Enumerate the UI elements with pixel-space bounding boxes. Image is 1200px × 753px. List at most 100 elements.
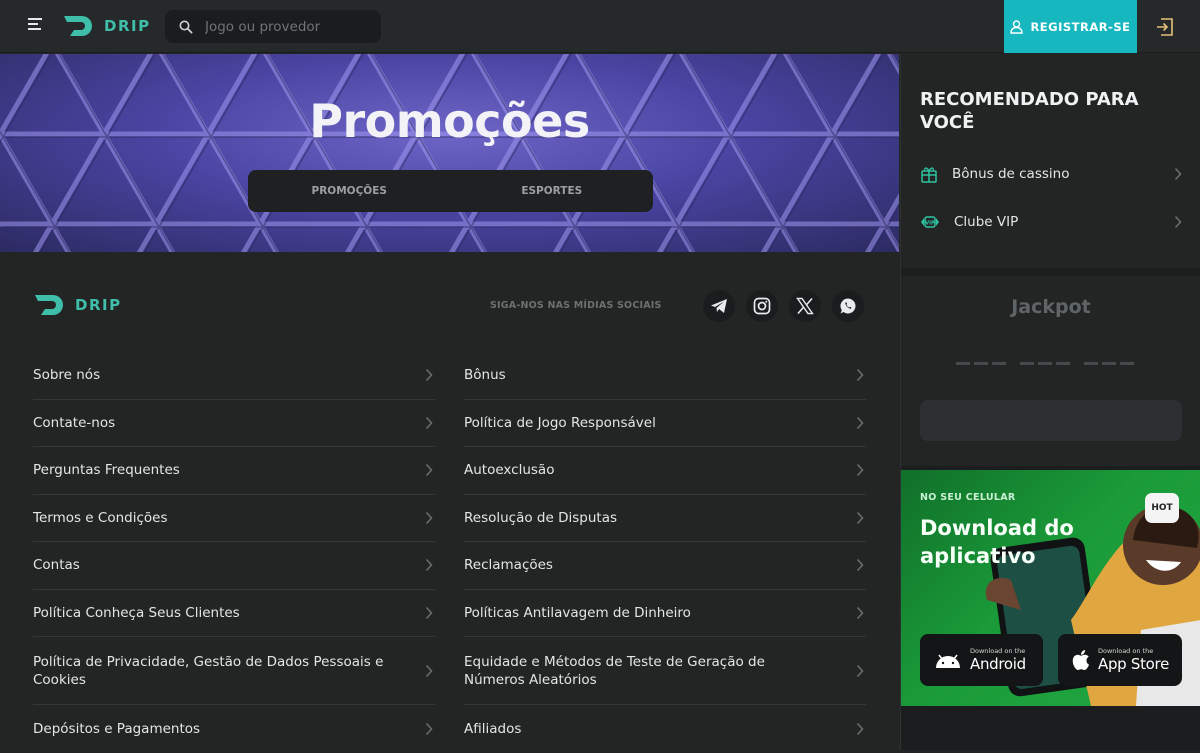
hero-pattern — [0, 54, 899, 252]
android-icon — [936, 654, 960, 668]
jackpot-placeholder — [956, 362, 1134, 365]
footer-link[interactable]: Termos e Condições — [33, 495, 435, 542]
logo-text: DRIP — [104, 17, 151, 35]
footer-link-label: Políticas Antilavagem de Dinheiro — [464, 604, 691, 621]
footer-link-label: Depósitos e Pagamentos — [33, 720, 201, 737]
footer-link[interactable]: Bônus — [464, 352, 866, 400]
telegram-icon[interactable] — [703, 290, 735, 322]
android-download-button[interactable]: Download on the Android — [920, 634, 1043, 686]
footer-link-label: Contate-nos — [33, 414, 116, 431]
chevron-right-icon — [856, 416, 864, 429]
chevron-right-icon — [425, 511, 433, 524]
footer-link[interactable]: Equidade e Métodos de Teste de Geração d… — [464, 637, 866, 705]
login-icon[interactable] — [1152, 14, 1178, 40]
android-big-text: Android — [970, 655, 1026, 673]
social-label: SIGA-NOS NAS MÍDIAS SOCIAIS — [490, 300, 662, 311]
footer-link[interactable]: Reclamações — [464, 542, 866, 590]
footer-link[interactable]: Sobre nós — [33, 352, 435, 400]
search-input[interactable] — [205, 18, 365, 35]
logo[interactable]: DRIP — [62, 13, 151, 39]
footer-logo[interactable]: DRIP — [33, 292, 122, 318]
chevron-right-icon — [856, 559, 864, 572]
chevron-right-icon — [1174, 167, 1182, 181]
footer-link-label: Política de Privacidade, Gestão de Dados… — [33, 653, 384, 688]
chevron-right-icon — [1174, 215, 1182, 229]
footer-link[interactable]: Política de Privacidade, Gestão de Dados… — [33, 637, 435, 705]
footer-links-right: Bônus Política de Jogo Responsável Autoexc… — [464, 352, 866, 753]
app-banner-title: Download do aplicativo — [920, 516, 1074, 568]
chevron-right-icon — [856, 606, 864, 619]
footer-link-label: Resolução de Disputas — [464, 509, 617, 526]
jackpot-panel: Jackpot — [901, 276, 1200, 466]
jackpot-title: Jackpot — [1011, 296, 1091, 318]
footer-link[interactable]: Contas — [33, 542, 435, 590]
footer-link[interactable]: Resolução de Disputas — [464, 495, 866, 542]
footer-link-label: Sobre nós — [33, 367, 101, 384]
footer-link[interactable]: Depósitos e Pagamentos — [33, 705, 435, 753]
recommended-panel: RECOMENDADO PARA VOCÊ Bônus de cassino V… — [901, 54, 1200, 268]
footer-link-label: Equidade e Métodos de Teste de Geração d… — [464, 653, 765, 688]
promotions-hero: Promoções PROMOÇÕES ESPORTES — [0, 54, 899, 252]
recommended-item-label: Bônus de cassino — [952, 166, 1070, 182]
search-icon — [179, 20, 193, 34]
chevron-right-icon — [856, 464, 864, 477]
drip-logo-icon — [35, 295, 63, 315]
jackpot-bar — [920, 400, 1182, 441]
appstore-big-text: App Store — [1098, 655, 1170, 673]
footer-link-label: Reclamações — [464, 557, 553, 574]
footer-link[interactable]: Autoexclusão — [464, 447, 866, 495]
chevron-right-icon — [425, 464, 433, 477]
footer-link[interactable]: Política de Jogo Responsável — [464, 400, 866, 447]
app-banner-label: NO SEU CELULAR — [920, 492, 1016, 503]
register-button[interactable]: REGISTRAR-SE — [1004, 0, 1137, 53]
footer-links-left: Sobre nós Contate-nos Perguntas Frequentes… — [33, 352, 435, 753]
user-icon — [1010, 19, 1024, 34]
hot-badge: HOT — [1145, 493, 1179, 523]
footer-link-label: Contas — [33, 557, 80, 574]
footer-link-label: Perguntas Frequentes — [33, 462, 180, 479]
drip-logo-icon — [64, 16, 92, 36]
footer-link-label: Política de Jogo Responsável — [464, 414, 656, 431]
appstore-small-text: Download on the — [1098, 647, 1154, 655]
promo-tabs: PROMOÇÕES ESPORTES — [248, 170, 653, 212]
x-icon[interactable] — [789, 290, 821, 322]
tab-promotions[interactable]: PROMOÇÕES — [248, 170, 451, 212]
chevron-right-icon — [856, 369, 864, 382]
chevron-right-icon — [856, 722, 864, 735]
main-content: Promoções PROMOÇÕES ESPORTES DRIP SIGA-N… — [0, 54, 899, 750]
right-sidebar: RECOMENDADO PARA VOCÊ Bônus de cassino V… — [900, 54, 1200, 750]
tab-sports[interactable]: ESPORTES — [451, 170, 654, 212]
android-small-text: Download on the — [970, 647, 1026, 655]
recommended-item-casino-bonus[interactable]: Bônus de cassino — [920, 159, 1182, 189]
gift-icon — [921, 167, 937, 183]
top-bar: DRIP REGISTRAR-SE — [0, 0, 1200, 53]
footer-logo-text: DRIP — [75, 296, 122, 314]
footer-link[interactable]: Política Conheça Seus Clientes — [33, 590, 435, 637]
footer-link-label: Autoexclusão — [464, 462, 555, 479]
menu-icon[interactable] — [28, 18, 44, 34]
footer-link-label: Política Conheça Seus Clientes — [33, 604, 240, 621]
chevron-right-icon — [425, 606, 433, 619]
recommended-item-label: Clube VIP — [954, 214, 1019, 230]
chevron-right-icon — [425, 559, 433, 572]
app-download-banner[interactable]: NO SEU CELULAR Download do aplicativo HO… — [901, 470, 1200, 706]
svg-text:VIP: VIP — [925, 221, 935, 227]
chevron-right-icon — [856, 664, 864, 677]
recommended-item-vip-club[interactable]: VIP Clube VIP — [920, 207, 1182, 237]
recommended-title: RECOMENDADO PARA VOCÊ — [920, 89, 1139, 133]
footer-link[interactable]: Perguntas Frequentes — [33, 447, 435, 495]
chevron-right-icon — [425, 416, 433, 429]
footer-link[interactable]: Políticas Antilavagem de Dinheiro — [464, 590, 866, 637]
chevron-right-icon — [425, 369, 433, 382]
apple-icon — [1072, 650, 1089, 671]
footer-link-label: Afiliados — [464, 720, 522, 737]
chevron-right-icon — [425, 722, 433, 735]
search-box[interactable] — [165, 10, 381, 43]
appstore-download-button[interactable]: Download on the App Store — [1058, 634, 1182, 686]
footer-link-label: Termos e Condições — [33, 509, 168, 526]
footer-link[interactable]: Afiliados — [464, 705, 866, 753]
page-title: Promoções — [309, 94, 590, 148]
whatsapp-icon[interactable] — [832, 290, 864, 322]
footer-link[interactable]: Contate-nos — [33, 400, 435, 447]
instagram-icon[interactable] — [746, 290, 778, 322]
